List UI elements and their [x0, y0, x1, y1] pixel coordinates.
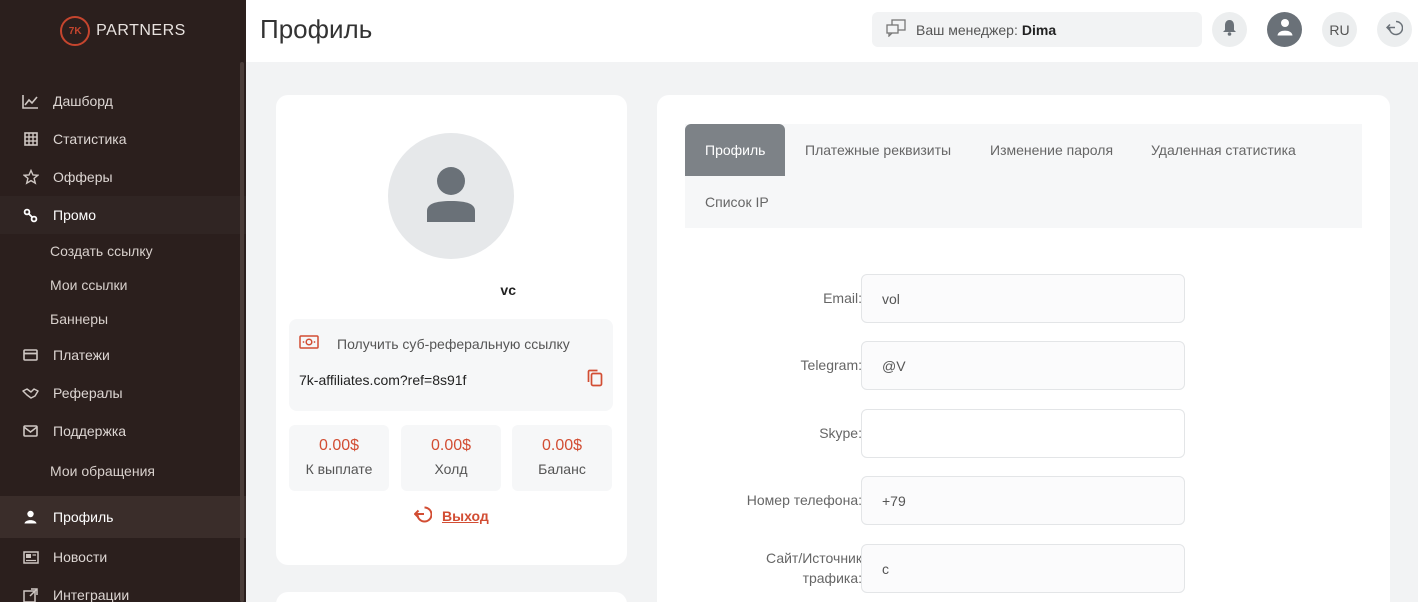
- sidebar-item-referrals[interactable]: Рефералы: [0, 374, 246, 412]
- sidebar-subitem-banners[interactable]: Баннеры: [0, 302, 246, 336]
- manager-name: Dima: [1021, 21, 1057, 38]
- tab-change-password[interactable]: Изменение пароля: [970, 124, 1133, 176]
- sidebar-item-integrations[interactable]: Интеграции: [0, 576, 246, 602]
- integration-icon: [22, 587, 39, 602]
- user-menu-button[interactable]: [1267, 12, 1302, 47]
- username: vc: [500, 282, 516, 298]
- sidebar-item-label: Новости: [53, 549, 108, 565]
- logo-text: PARTNERS: [96, 22, 186, 39]
- sidebar-subitem-create-link[interactable]: Создать ссылку: [0, 234, 246, 268]
- logo-mark: 7K: [60, 16, 91, 46]
- copy-icon: [587, 369, 603, 391]
- skype-label: Skype:: [819, 425, 862, 441]
- sidebar-item-promo[interactable]: Промо: [0, 196, 246, 234]
- chart-line-icon: [22, 93, 39, 110]
- sidebar-item-statistics[interactable]: Статистика: [0, 120, 246, 158]
- referral-box: Получить суб-реферальную ссылку 7k-affil…: [289, 319, 613, 411]
- avatar[interactable]: [388, 133, 514, 259]
- sidebar-item-label: Промо: [53, 207, 97, 223]
- manager-box[interactable]: Ваш менеджер: Dima: [872, 12, 1202, 47]
- sidebar-item-dashboard[interactable]: Дашборд: [0, 82, 246, 120]
- tab-profile[interactable]: Профиль: [685, 124, 786, 176]
- sidebar-item-support[interactable]: Поддержка: [0, 412, 246, 450]
- sidebar-item-news[interactable]: Новости: [0, 538, 246, 576]
- sidebar-subitem-my-requests[interactable]: Мои обращения: [0, 450, 246, 492]
- chat-icon: [886, 19, 906, 40]
- phone-field[interactable]: +79: [861, 476, 1185, 525]
- stat-value: 0.00$: [430, 437, 472, 454]
- sidebar-item-profile[interactable]: Профиль: [0, 496, 246, 538]
- referral-title[interactable]: Получить суб-реферальную ссылку: [299, 335, 570, 352]
- profile-card: vc Получить суб-реферальную ссылку 7k-af…: [276, 95, 627, 565]
- sidebar-nav: Дашборд Статистика Офферы Промо Создать …: [0, 82, 246, 602]
- money-icon: [299, 335, 319, 352]
- notifications-button[interactable]: [1212, 12, 1247, 47]
- referral-title-label: Получить суб-реферальную ссылку: [337, 335, 570, 352]
- logout-link[interactable]: Выход: [413, 505, 489, 526]
- manager-label: Ваш менеджер:: [916, 21, 1018, 38]
- logout-icon: [1385, 19, 1404, 41]
- referral-link: 7k-affiliates.com?ref=8s91f: [299, 372, 467, 388]
- logout-icon: [413, 505, 433, 526]
- user-placeholder-icon: [425, 166, 477, 227]
- sidebar-item-label: Интеграции: [53, 587, 130, 602]
- sidebar-item-label: Рефералы: [53, 385, 123, 401]
- bell-icon: [1222, 19, 1237, 41]
- sidebar-scrollbar[interactable]: [240, 62, 244, 602]
- secondary-card: [276, 592, 627, 602]
- traffic-source-label: Сайт/Источник трафика:: [766, 550, 862, 586]
- sidebar-item-label: Платежи: [53, 347, 110, 363]
- mail-icon: [22, 423, 39, 440]
- header-logout-button[interactable]: [1377, 12, 1412, 47]
- traffic-source-field[interactable]: c: [861, 544, 1185, 593]
- grid-icon: [22, 131, 39, 148]
- email-label: Email:: [823, 290, 862, 306]
- stat-value: 0.00$: [541, 437, 583, 454]
- skype-field[interactable]: [861, 409, 1185, 458]
- copy-button[interactable]: [587, 369, 603, 392]
- telegram-field[interactable]: @V: [861, 341, 1185, 390]
- phone-label: Номер телефона:: [746, 492, 862, 508]
- user-icon: [22, 509, 39, 526]
- sidebar-item-label: Дашборд: [53, 93, 113, 109]
- stat-payout: 0.00$ К выплате: [289, 425, 389, 491]
- tab-remote-statistics[interactable]: Удаленная статистика: [1131, 124, 1316, 176]
- stat-label: Баланс: [538, 461, 586, 477]
- tab-ip-list[interactable]: Список IP: [685, 176, 789, 228]
- sidebar-item-offers[interactable]: Офферы: [0, 158, 246, 196]
- page-title: Профиль: [260, 14, 373, 44]
- stat-label: Холд: [434, 461, 468, 477]
- stat-balance: 0.00$ Баланс: [512, 425, 612, 491]
- logout-label: Выход: [442, 507, 489, 524]
- star-icon: [22, 169, 39, 186]
- handshake-icon: [22, 385, 39, 402]
- tab-payment-details[interactable]: Платежные реквизиты: [785, 124, 971, 176]
- header: Профиль Ваш менеджер: Dima RU: [246, 0, 1418, 62]
- stat-value: 0.00$: [318, 437, 360, 454]
- sidebar: 7K PARTNERS Дашборд Статистика Офферы Пр…: [0, 0, 246, 602]
- sidebar-item-label: Статистика: [53, 131, 127, 147]
- language-button[interactable]: RU: [1322, 12, 1357, 47]
- sidebar-item-payments[interactable]: Платежи: [0, 336, 246, 374]
- sidebar-subitem-my-links[interactable]: Мои ссылки: [0, 268, 246, 302]
- percent-icon: [22, 207, 39, 224]
- stat-hold: 0.00$ Холд: [401, 425, 501, 491]
- card-icon: [22, 347, 39, 364]
- news-icon: [22, 549, 39, 566]
- sidebar-item-label: Профиль: [53, 509, 114, 525]
- sidebar-item-label: Поддержка: [53, 423, 127, 439]
- telegram-label: Telegram:: [800, 357, 862, 373]
- stat-label: К выплате: [305, 461, 373, 477]
- email-field[interactable]: vol: [861, 274, 1185, 323]
- sidebar-item-label: Офферы: [53, 169, 113, 185]
- avatar-icon: [1277, 18, 1293, 41]
- tabs: Профиль Платежные реквизиты Изменение па…: [685, 124, 1362, 228]
- settings-card: Профиль Платежные реквизиты Изменение па…: [657, 95, 1390, 602]
- logo[interactable]: 7K PARTNERS: [0, 0, 246, 62]
